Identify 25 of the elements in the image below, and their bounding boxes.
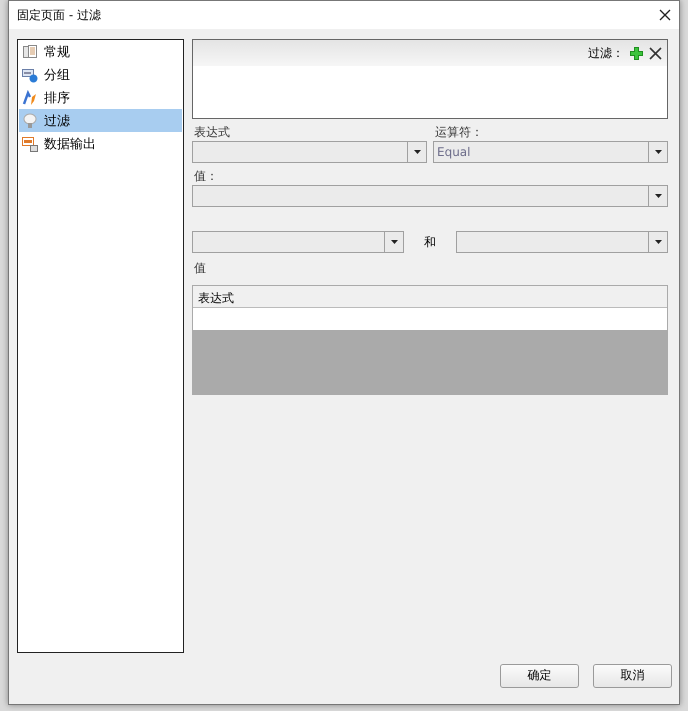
sidebar-item[interactable]: 数据输出 xyxy=(19,132,182,156)
plus-icon[interactable] xyxy=(630,46,643,60)
document-icon xyxy=(22,44,38,60)
conjunction-label: 和 xyxy=(423,234,437,251)
sidebar-item[interactable]: 分组 xyxy=(19,63,182,86)
filter-list-title: 过滤： xyxy=(588,44,624,62)
sidebar-item[interactable]: 排序 xyxy=(19,86,182,110)
values-label: 值 xyxy=(193,260,207,278)
group-icon xyxy=(22,66,38,83)
sort-icon xyxy=(22,90,38,106)
operator-dropdown[interactable]: Equal xyxy=(433,141,668,164)
close-icon[interactable] xyxy=(659,9,671,22)
window-title: 固定页面 - 过滤 xyxy=(17,6,101,24)
output-icon xyxy=(22,136,38,152)
field-label: 值： xyxy=(193,168,219,186)
close-icon[interactable] xyxy=(649,46,662,60)
field-label: 表达式 xyxy=(193,124,231,142)
sidebar-item[interactable]: 常规 xyxy=(19,40,182,64)
lightbulb-icon xyxy=(22,112,38,129)
range-start-dropdown[interactable] xyxy=(192,231,404,254)
field-label: 运算符： xyxy=(434,124,484,142)
dialog-button[interactable]: 确定 xyxy=(500,664,579,688)
sidebar-item[interactable]: 过滤 xyxy=(19,109,182,132)
dialog-button[interactable]: 取消 xyxy=(593,664,672,688)
column-header: 表达式 xyxy=(193,286,667,308)
